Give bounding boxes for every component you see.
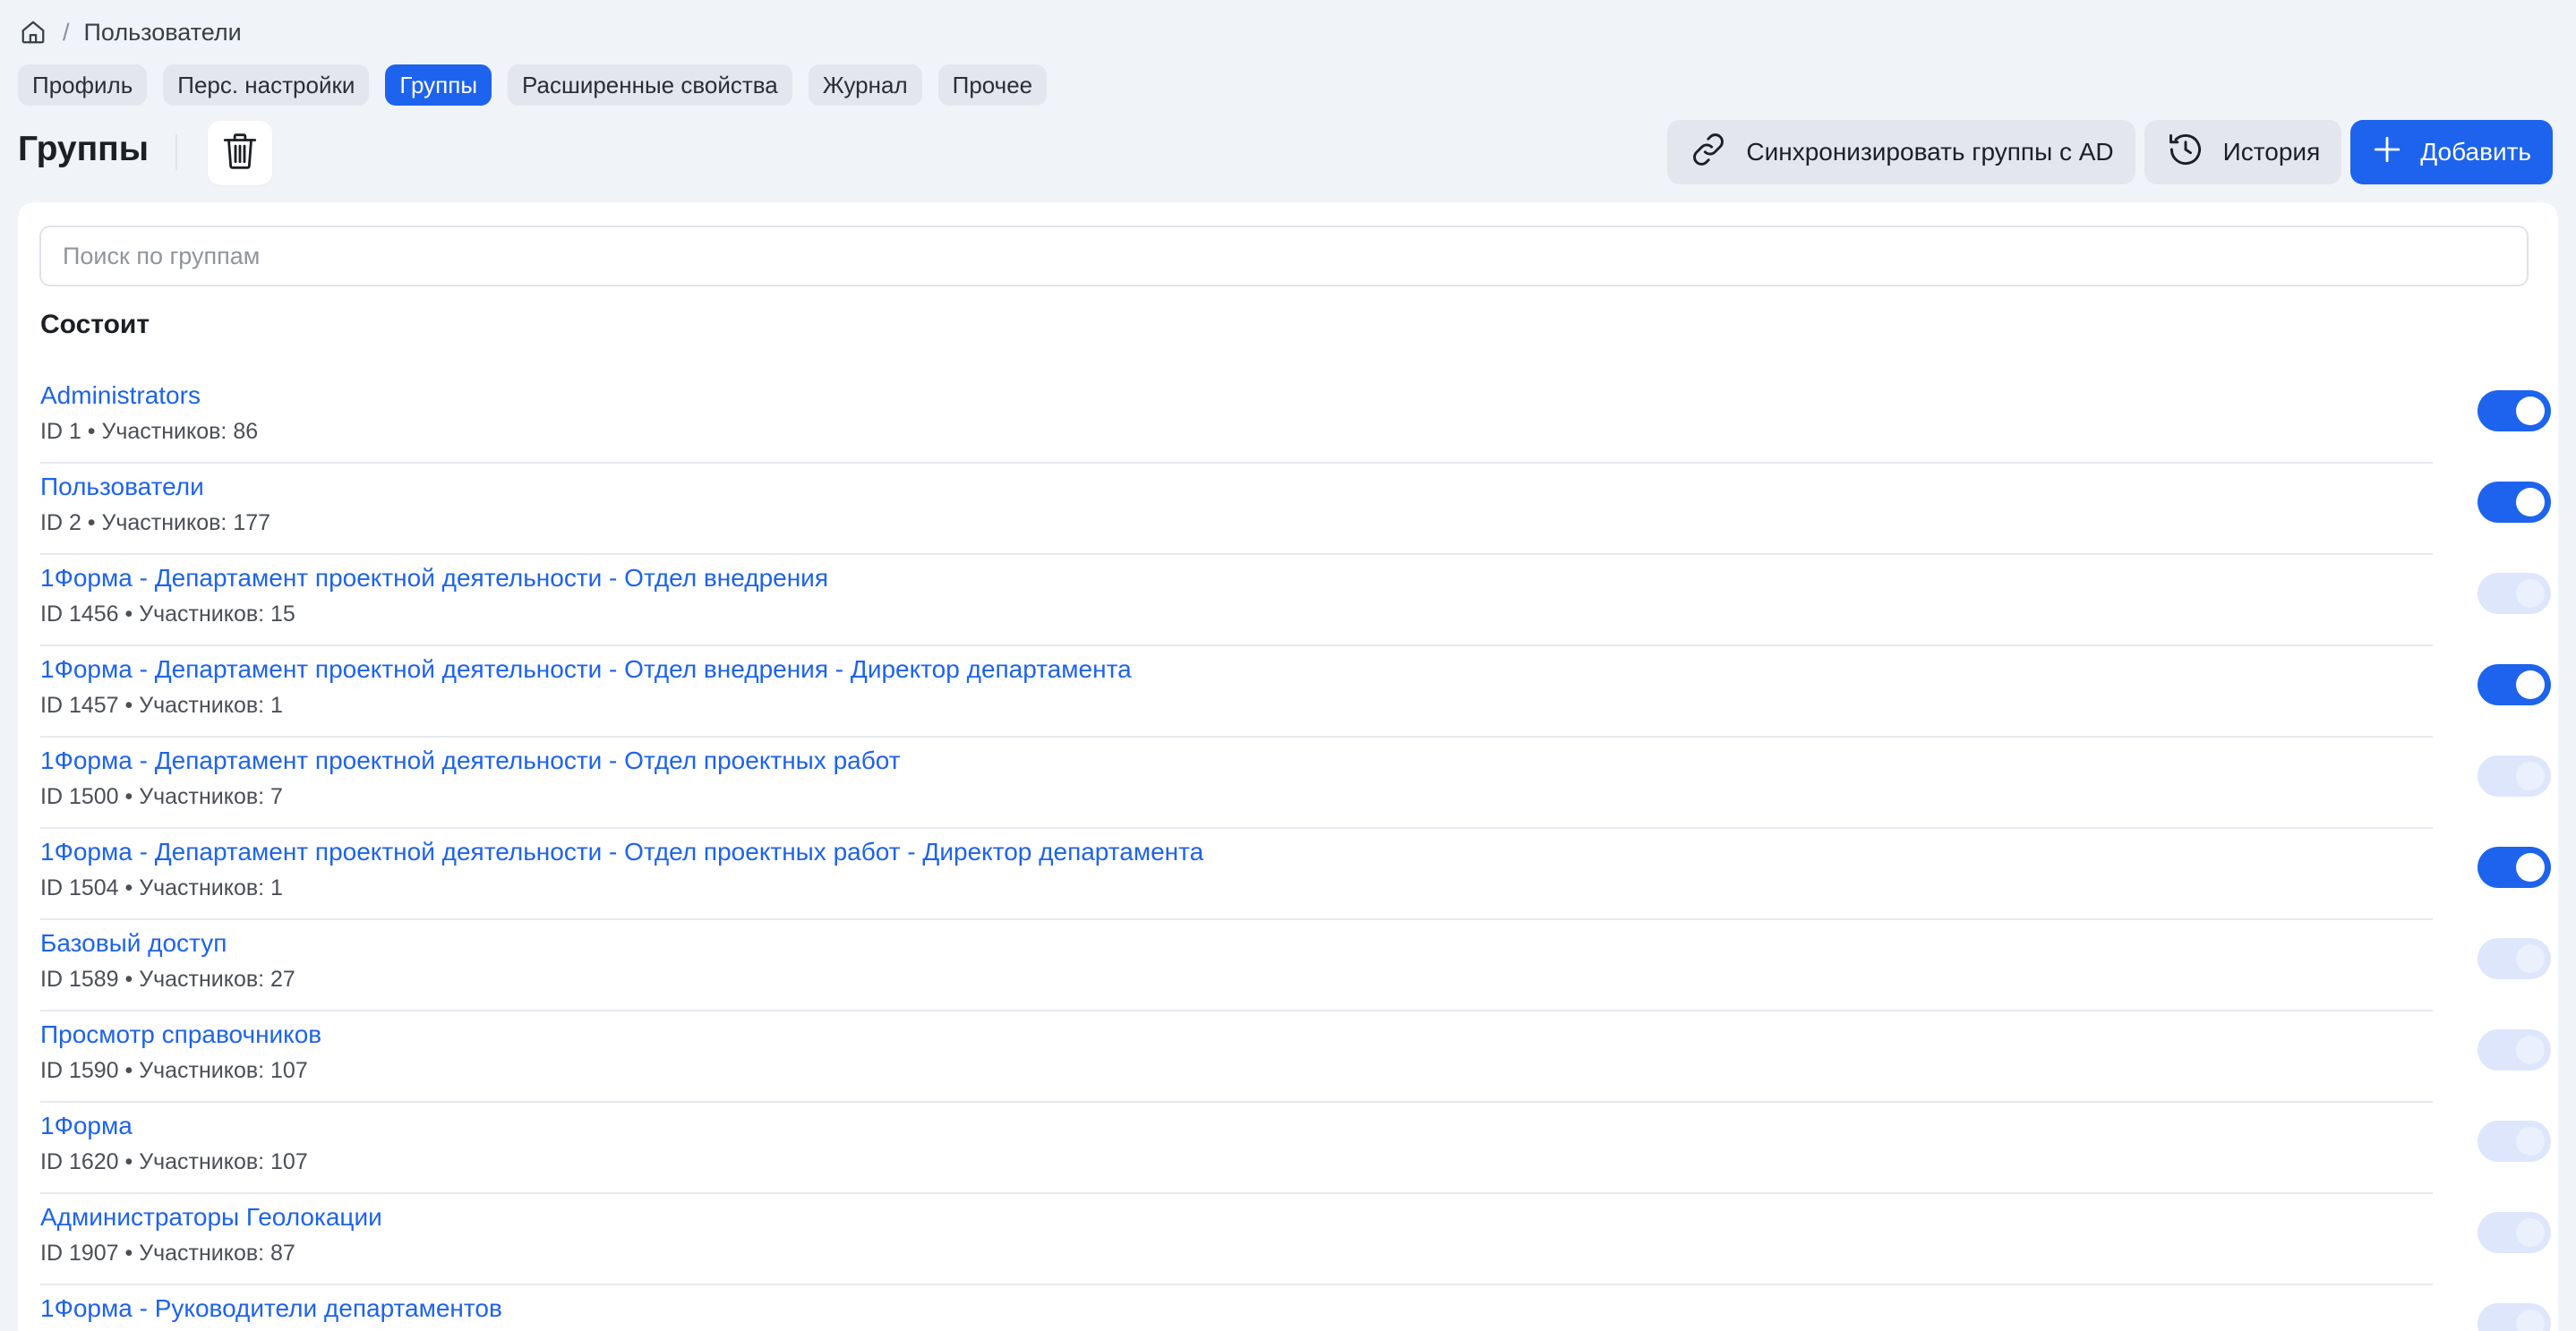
group-name-link[interactable]: 1Форма - Департамент проектной деятельно… bbox=[40, 655, 1132, 684]
group-name-link[interactable]: 1Форма - Департамент проектной деятельно… bbox=[40, 564, 828, 593]
tab-extended-properties[interactable]: Расширенные свойства bbox=[508, 64, 792, 106]
group-row: 1Форма ID 1620 • Участников: 107 bbox=[40, 1103, 2551, 1194]
section-title: Состоит bbox=[40, 310, 150, 339]
group-meta: ID 1589 • Участников: 27 bbox=[40, 967, 295, 992]
group-name-link[interactable]: 1Форма - Руководители департаментов bbox=[40, 1294, 502, 1323]
group-name-link[interactable]: Пользователи bbox=[40, 473, 204, 501]
tab-journal[interactable]: Журнал bbox=[808, 64, 922, 106]
tab-profile[interactable]: Профиль bbox=[18, 64, 148, 106]
group-toggle[interactable] bbox=[2478, 482, 2551, 523]
group-list: Administrators ID 1 • Участников: 86 Пол… bbox=[40, 372, 2551, 1331]
delete-button[interactable] bbox=[208, 121, 272, 185]
group-row: 1Форма - Руководители департаментов bbox=[40, 1285, 2551, 1331]
group-row: 1Форма - Департамент проектной деятельно… bbox=[40, 646, 2551, 738]
toggle-knob bbox=[2516, 488, 2545, 516]
title-divider bbox=[175, 134, 177, 170]
link-icon bbox=[1689, 130, 1728, 175]
toggle-knob bbox=[2516, 670, 2545, 699]
history-icon bbox=[2166, 130, 2205, 175]
group-toggle[interactable] bbox=[2478, 390, 2551, 431]
toggle-knob bbox=[2516, 1127, 2545, 1156]
group-meta: ID 1457 • Участников: 1 bbox=[40, 693, 283, 718]
group-row: 1Форма - Департамент проектной деятельно… bbox=[40, 738, 2551, 829]
tab-groups[interactable]: Группы bbox=[385, 64, 492, 106]
groups-panel: Состоит Administrators ID 1 • Участников… bbox=[18, 202, 2558, 1331]
home-icon[interactable] bbox=[18, 17, 48, 47]
group-name-link[interactable]: 1Форма - Департамент проектной деятельно… bbox=[40, 747, 901, 775]
plus-icon bbox=[2372, 134, 2402, 171]
sync-ad-button[interactable]: Синхронизировать группы с AD bbox=[1667, 120, 2135, 184]
toggle-knob bbox=[2516, 1218, 2545, 1247]
breadcrumb-separator: / bbox=[63, 18, 70, 46]
group-meta: ID 2 • Участников: 177 bbox=[40, 510, 271, 535]
search-input[interactable] bbox=[39, 226, 2529, 286]
group-meta: ID 1 • Участников: 86 bbox=[40, 419, 259, 444]
page-title: Группы bbox=[18, 130, 150, 168]
group-meta: ID 1500 • Участников: 7 bbox=[40, 784, 283, 809]
group-toggle[interactable] bbox=[2478, 1029, 2551, 1071]
tab-other[interactable]: Прочее bbox=[937, 64, 1048, 106]
group-name-link[interactable]: Базовый доступ bbox=[40, 929, 227, 958]
toggle-knob bbox=[2516, 762, 2545, 790]
breadcrumb-current: Пользователи bbox=[83, 18, 242, 46]
group-toggle[interactable] bbox=[2478, 1303, 2551, 1331]
group-toggle[interactable] bbox=[2478, 755, 2551, 797]
history-button[interactable]: История bbox=[2144, 120, 2342, 184]
toggle-knob bbox=[2516, 1310, 2545, 1331]
history-label: История bbox=[2222, 138, 2321, 166]
group-toggle[interactable] bbox=[2478, 1121, 2551, 1162]
group-meta: ID 1456 • Участников: 15 bbox=[40, 602, 295, 627]
header-actions: Синхронизировать группы с AD История Доб… bbox=[1667, 120, 2553, 184]
trash-icon bbox=[222, 132, 258, 175]
group-meta: ID 1620 • Участников: 107 bbox=[40, 1149, 308, 1174]
group-toggle[interactable] bbox=[2478, 664, 2551, 705]
group-toggle[interactable] bbox=[2478, 847, 2551, 888]
group-meta: ID 1590 • Участников: 107 bbox=[40, 1058, 308, 1083]
group-row: Просмотр справочников ID 1590 • Участник… bbox=[40, 1011, 2551, 1103]
group-row: Administrators ID 1 • Участников: 86 bbox=[40, 372, 2551, 464]
group-name-link[interactable]: Просмотр справочников bbox=[40, 1020, 321, 1049]
group-toggle[interactable] bbox=[2478, 1212, 2551, 1253]
sync-ad-label: Синхронизировать группы с AD bbox=[1746, 138, 2114, 166]
group-name-link[interactable]: Администраторы Геолокации bbox=[40, 1203, 382, 1232]
group-toggle[interactable] bbox=[2478, 938, 2551, 979]
add-button[interactable]: Добавить bbox=[2350, 120, 2553, 184]
toggle-knob bbox=[2516, 579, 2545, 608]
toggle-knob bbox=[2516, 397, 2545, 425]
toggle-knob bbox=[2516, 853, 2545, 882]
group-row: Администраторы Геолокации ID 1907 • Учас… bbox=[40, 1194, 2551, 1285]
group-row: Пользователи ID 2 • Участников: 177 bbox=[40, 464, 2551, 555]
tab-bar: Профиль Перс. настройки Группы Расширенн… bbox=[18, 64, 1048, 106]
toggle-knob bbox=[2516, 1036, 2545, 1064]
group-name-link[interactable]: 1Форма - Департамент проектной деятельно… bbox=[40, 838, 1203, 866]
group-name-link[interactable]: Administrators bbox=[40, 381, 201, 410]
group-row: 1Форма - Департамент проектной деятельно… bbox=[40, 829, 2551, 920]
group-toggle[interactable] bbox=[2478, 573, 2551, 614]
add-label: Добавить bbox=[2420, 138, 2531, 166]
toggle-knob bbox=[2516, 944, 2545, 973]
breadcrumb: / Пользователи bbox=[18, 14, 242, 50]
group-row: 1Форма - Департамент проектной деятельно… bbox=[40, 555, 2551, 646]
group-meta: ID 1907 • Участников: 87 bbox=[40, 1241, 295, 1266]
group-meta: ID 1504 • Участников: 1 bbox=[40, 875, 283, 900]
group-name-link[interactable]: 1Форма bbox=[40, 1112, 133, 1140]
tab-personal-settings[interactable]: Перс. настройки bbox=[163, 64, 370, 106]
group-row: Базовый доступ ID 1589 • Участников: 27 bbox=[40, 920, 2551, 1011]
